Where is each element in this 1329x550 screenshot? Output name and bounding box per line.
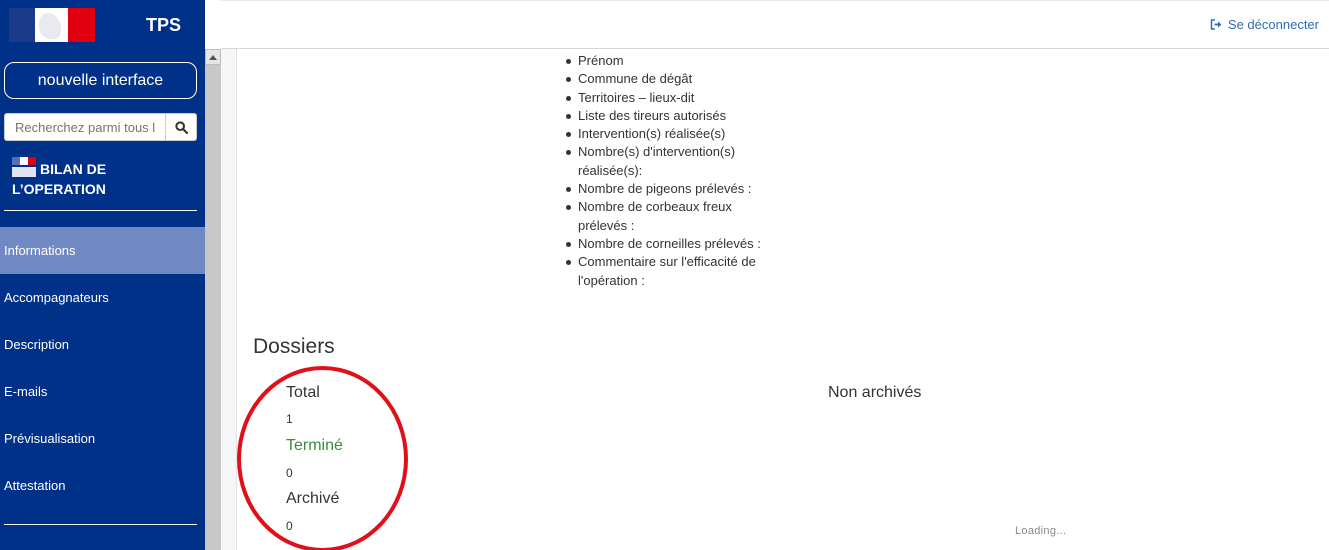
sidebar: TPS nouvelle interface BILAN DE L’OPERAT… [0, 0, 205, 550]
non-archives-label: Non archivés [828, 384, 922, 401]
sidebar-item-accompagnateurs[interactable]: Accompagnateurs [0, 274, 205, 321]
search-bar [4, 113, 197, 141]
list-item: Liste des tireurs autorisés [565, 107, 765, 125]
procedure-logo-icon [12, 157, 36, 177]
logout-link[interactable]: Se déconnecter [1210, 17, 1319, 32]
search-button[interactable] [165, 113, 197, 141]
loading-indicator: Loading... [1015, 525, 1067, 537]
list-item: Nombre de corneilles prélevés : [565, 235, 765, 253]
sidebar-item-emails[interactable]: E-mails [0, 368, 205, 415]
sidebar-item-previsualisation[interactable]: Prévisualisation [0, 415, 205, 462]
scroll-up-button[interactable] [205, 49, 221, 65]
sidebar-divider [4, 210, 197, 211]
dossiers-heading: Dossiers [253, 335, 335, 358]
list-item: Intervention(s) réalisée(s) [565, 125, 765, 143]
list-item: Nombre de pigeons prélevés : [565, 180, 765, 198]
list-item: Nombre de corbeaux freux prélevés : [565, 198, 765, 235]
list-item: Commune de dégât [565, 70, 765, 88]
search-input[interactable] [4, 113, 165, 141]
new-interface-button[interactable]: nouvelle interface [4, 62, 197, 99]
sidebar-item-attestation[interactable]: Attestation [0, 462, 205, 509]
sidebar-scrollbar[interactable] [205, 49, 221, 550]
procedure-title: BILAN DE L’OPERATION [12, 157, 192, 199]
sidebar-header: TPS [0, 0, 205, 49]
sidebar-item-description[interactable]: Description [0, 321, 205, 368]
sign-out-icon [1210, 19, 1222, 30]
list-item: Nombre(s) d'intervention(s) réalisée(s): [565, 143, 765, 180]
content-gutter [221, 49, 237, 550]
list-item: Territoires – lieux-dit [565, 89, 765, 107]
sidebar-nav: Informations Accompagnateurs Description… [0, 227, 205, 509]
search-icon [174, 120, 188, 134]
sidebar-divider-bottom [4, 524, 197, 525]
arrow-up-icon [209, 54, 217, 60]
field-list: Prénom Commune de dégât Territoires – li… [565, 52, 765, 290]
highlight-annotation [237, 366, 408, 550]
app-name[interactable]: TPS [146, 15, 181, 36]
list-item: Commentaire sur l'efficacité de l'opérat… [565, 253, 765, 290]
top-bar: Se déconnecter [221, 0, 1329, 49]
list-item: Prénom [565, 52, 765, 70]
logout-label: Se déconnecter [1227, 17, 1319, 32]
sidebar-item-informations[interactable]: Informations [0, 227, 205, 274]
marianne-logo[interactable] [9, 8, 95, 42]
